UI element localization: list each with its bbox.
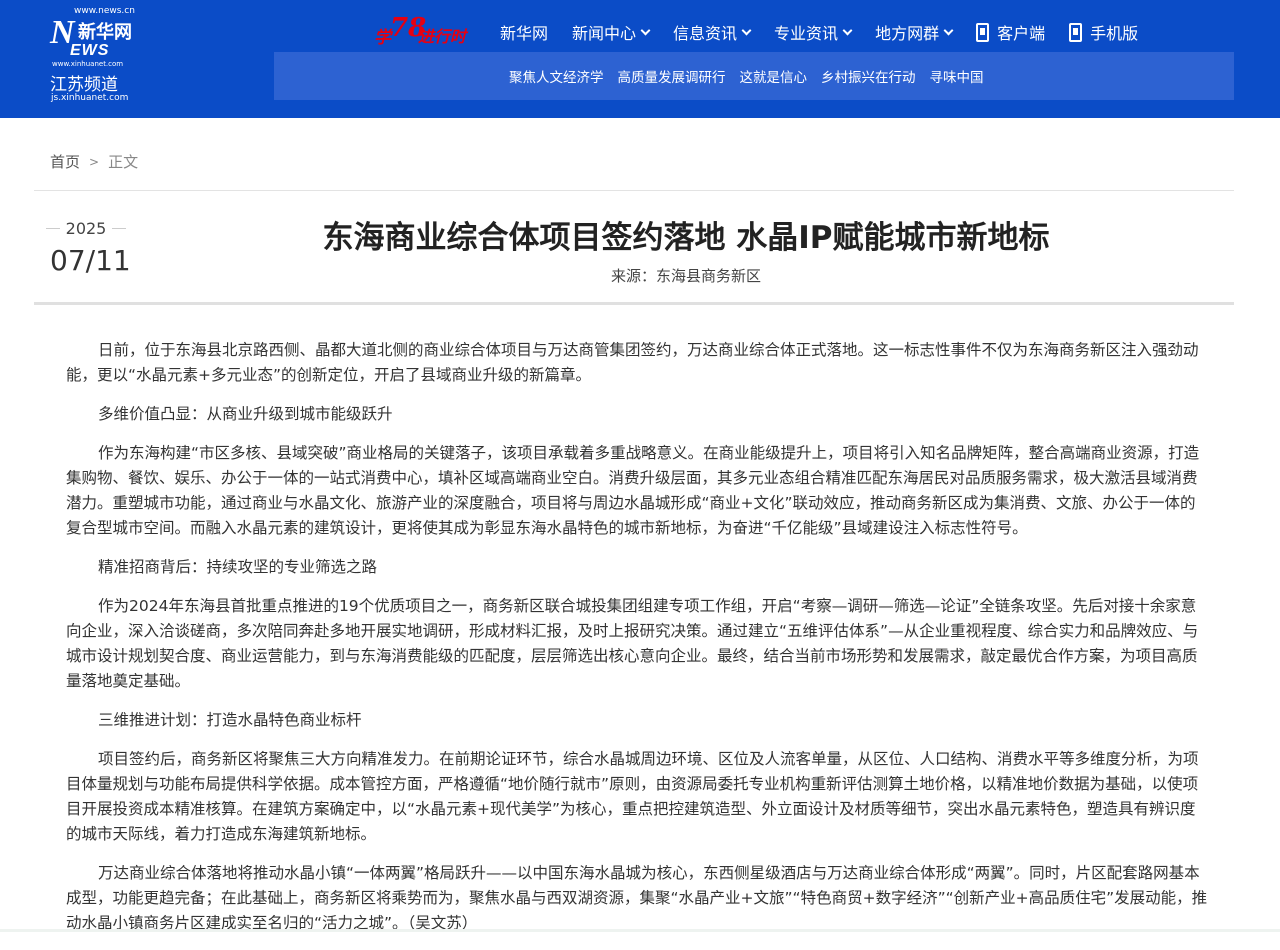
sub-nav-item[interactable]: 寻味中国	[930, 66, 984, 86]
badge-jx: 进行时	[418, 27, 467, 46]
sub-nav: 聚焦人文经济学 高质量发展调研行 这就是信心 乡村振兴在行动 寻味中国	[274, 52, 1234, 100]
logo-brand-en: EWS	[70, 42, 110, 59]
mobile-icon	[976, 22, 990, 42]
sub-nav-item[interactable]: 这就是信心	[740, 66, 808, 86]
divider	[112, 228, 126, 229]
nav-pro-info[interactable]: 专业资讯	[774, 20, 853, 44]
sub-nav-item[interactable]: 聚焦人文经济学	[509, 66, 604, 86]
nav-client-app[interactable]: 客户端	[976, 20, 1045, 44]
article-title: 东海商业综合体项目签约落地 水晶IP赋能城市新地标	[322, 220, 1050, 256]
divider	[46, 228, 60, 229]
paragraph: 日前，位于东海县北京路西侧、晶都大道北侧的商业综合体项目与万达商管集团签约，万达…	[66, 341, 1199, 384]
sub-nav-item[interactable]: 高质量发展调研行	[618, 66, 726, 86]
nav-info[interactable]: 信息资讯	[673, 20, 752, 44]
chevron-down-icon	[842, 25, 853, 35]
section-heading: 三维推进计划：打造水晶特色商业标杆	[98, 711, 362, 729]
breadcrumb-home[interactable]: 首页	[50, 151, 80, 172]
publish-date: 07/11	[50, 244, 131, 277]
section-heading: 精准招商背后：持续攻坚的专业筛选之路	[98, 558, 378, 576]
breadcrumb: 首页 > 正文	[50, 151, 138, 172]
publish-year: 2025	[46, 219, 126, 238]
nav-news-center[interactable]: 新闻中心	[572, 20, 651, 44]
site-header: www.news.cn N 新华网 EWS www.xinhuanet.com …	[0, 0, 1280, 118]
nav-label: 新华网	[500, 24, 549, 43]
chevron-down-icon	[741, 25, 752, 35]
breadcrumb-separator: >	[89, 154, 100, 169]
top-nav: 学 78 进行时 新华网 新闻中心 信息资讯 专业资讯 地方网群 客户端 手机版	[374, 13, 1162, 48]
badge-xue: 学	[374, 28, 391, 48]
article-source: 来源：东海县商务新区	[610, 267, 761, 285]
nav-mobile[interactable]: 手机版	[1069, 20, 1138, 44]
logo-url: www.news.cn	[74, 6, 135, 16]
mobile-icon	[1069, 22, 1083, 42]
sub-nav-item[interactable]: 乡村振兴在行动	[821, 66, 916, 86]
paragraph: 项目签约后，商务新区将聚焦三大方向精准发力。在前期论证环节，综合水晶城周边环境、…	[66, 750, 1199, 843]
nav-label: 地方网群	[875, 24, 940, 43]
nav-xinhuanet[interactable]: 新华网	[500, 20, 548, 44]
nav-label: 专业资讯	[774, 24, 839, 43]
nav-local-sites[interactable]: 地方网群	[875, 20, 954, 44]
channel-name: 江苏频道	[50, 75, 118, 95]
xue-xi-badge[interactable]: 学 78 进行时	[374, 13, 478, 48]
divider	[34, 190, 1234, 191]
article-body: 日前，位于东海县北京路西侧、晶都大道北侧的商业综合体项目与万达商管集团签约，万达…	[66, 338, 1208, 950]
logo-sub-url: www.xinhuanet.com	[52, 60, 124, 68]
paragraph: 作为2024年东海县首批重点推进的19个优质项目之一，商务新区联合城投集团组建专…	[66, 597, 1199, 690]
breadcrumb-current: 正文	[108, 153, 139, 171]
xinhua-logo[interactable]: www.news.cn N 新华网 EWS www.xinhuanet.com …	[48, 4, 158, 108]
paragraph: 万达商业综合体落地将推动水晶小镇“一体两翼”格局跃升——以中国东海水晶城为核心，…	[66, 864, 1208, 932]
channel-domain: js.xinhuanet.com	[51, 93, 129, 103]
paragraph: 作为东海构建“市区多核、县域突破”商业格局的关键落子，该项目承载着多重战略意义。…	[66, 444, 1200, 537]
chevron-down-icon	[640, 25, 651, 35]
section-heading: 多维价值凸显：从商业升级到城市能级跃升	[98, 405, 393, 423]
chevron-down-icon	[943, 25, 954, 35]
logo-brand-cn: 新华网	[78, 22, 132, 43]
nav-label: 客户端	[997, 24, 1046, 43]
nav-label: 手机版	[1090, 24, 1139, 43]
nav-label: 信息资讯	[673, 24, 738, 43]
divider	[34, 302, 1234, 305]
year-text: 2025	[65, 219, 107, 238]
nav-label: 新闻中心	[572, 24, 637, 43]
